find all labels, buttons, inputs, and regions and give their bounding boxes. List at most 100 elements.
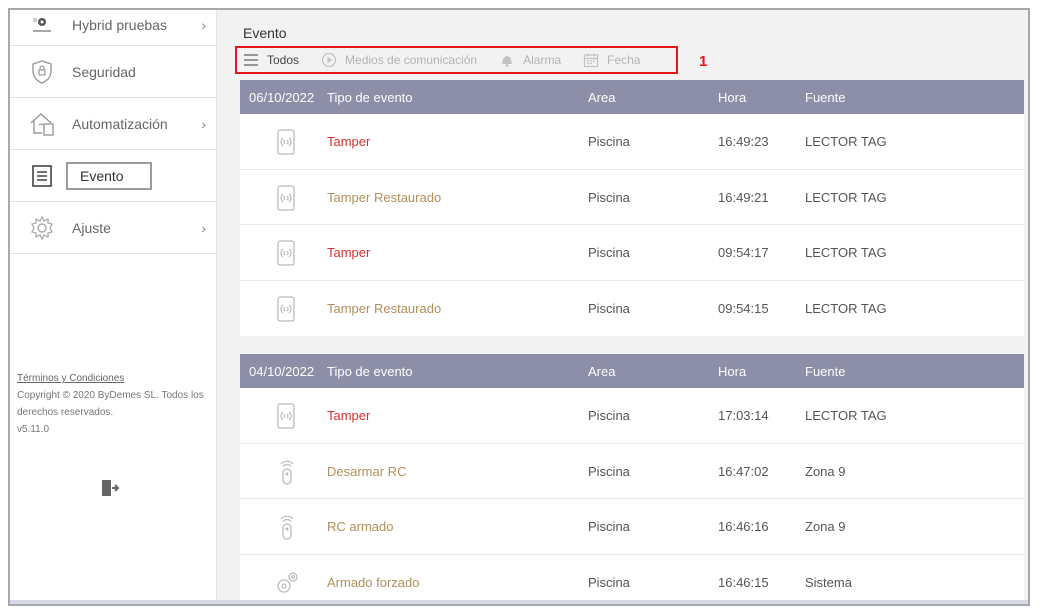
filter-alarma[interactable]: Alarma <box>499 52 561 68</box>
play-circle-icon <box>321 52 337 68</box>
app-frame: Hybrid pruebas › Seguridad Automatizació… <box>8 8 1030 606</box>
column-hora: Hora <box>718 90 747 105</box>
filter-fecha[interactable]: Fecha <box>583 52 640 68</box>
event-area: Piscina <box>588 519 630 534</box>
event-area: Piscina <box>588 574 630 590</box>
logout-icon[interactable] <box>100 478 120 498</box>
event-source: LECTOR TAG <box>805 300 887 316</box>
tag-reader-icon <box>274 402 300 430</box>
horizontal-scrollbar[interactable] <box>10 600 1028 604</box>
sidebar-item-automatizacion[interactable]: Automatización › <box>10 98 216 150</box>
tag-reader-icon <box>274 295 300 323</box>
annotation-marker: 1 <box>699 53 708 70</box>
event-source: Zona 9 <box>805 519 846 534</box>
group-header: 06/10/2022 Tipo de evento Area Hora Fuen… <box>240 80 1024 114</box>
column-hora: Hora <box>718 364 747 379</box>
event-time: 09:54:15 <box>718 300 769 316</box>
table-row[interactable]: Tamper Restaurado Piscina 16:49:21 LECTOR T… <box>240 170 1024 225</box>
event-group: 04/10/2022 Tipo de evento Area Hora Fuen… <box>240 354 1024 605</box>
event-list-icon <box>20 161 64 191</box>
event-time: 16:46:15 <box>718 574 769 590</box>
column-area: Area <box>588 90 616 105</box>
column-fuente: Fuente <box>805 364 846 379</box>
event-source: Sistema <box>805 574 852 590</box>
event-area: Piscina <box>588 134 630 149</box>
terms-link[interactable]: Términos y Condiciones <box>17 370 207 387</box>
shield-icon <box>20 57 64 87</box>
event-source: LECTOR TAG <box>805 245 887 260</box>
event-type: Tamper <box>327 245 371 260</box>
version-text: v5.11.0 <box>17 424 50 435</box>
group-date: 06/10/2022 <box>249 90 315 105</box>
sidebar-footer: Términos y Condiciones Copyright © 2020 … <box>17 370 207 438</box>
event-area: Piscina <box>588 189 630 205</box>
event-time: 16:46:16 <box>718 519 769 534</box>
filter-label: Medios de comunicación <box>345 53 478 67</box>
tag-reader-icon <box>274 184 300 212</box>
filter-label: Todos <box>267 53 300 67</box>
table-row[interactable]: Tamper Piscina 16:49:23 LECTOR TAG <box>240 114 1024 170</box>
tag-reader-icon <box>274 239 300 267</box>
event-time: 09:54:17 <box>718 245 769 260</box>
sidebar-item-seguridad[interactable]: Seguridad <box>10 46 216 98</box>
event-source: LECTOR TAG <box>805 408 887 423</box>
page-title: Evento <box>243 25 287 41</box>
event-source: LECTOR TAG <box>805 134 887 149</box>
sidebar-item-label: Seguridad <box>72 63 136 80</box>
event-time: 16:49:23 <box>718 134 769 149</box>
system-gears-icon <box>274 569 300 597</box>
event-type: RC armado <box>327 519 394 534</box>
column-tipo: Tipo de evento <box>327 364 413 379</box>
remote-control-icon <box>274 513 300 541</box>
sidebar-item-ajuste[interactable]: Ajuste › <box>10 202 216 254</box>
group-header: 04/10/2022 Tipo de evento Area Hora Fuen… <box>240 354 1024 388</box>
chevron-right-icon: › <box>201 219 206 236</box>
event-time: 17:03:14 <box>718 408 769 423</box>
event-type: Tamper <box>327 408 371 423</box>
event-type: Desarmar RC <box>327 463 407 479</box>
column-area: Area <box>588 364 616 379</box>
event-source: LECTOR TAG <box>805 189 887 205</box>
event-area: Piscina <box>588 408 630 423</box>
table-row[interactable]: Armado forzado Piscina 16:46:15 Sistema <box>240 555 1024 605</box>
filter-bar: Todos Medios de comunicación Alarma Fech… <box>235 46 678 74</box>
table-row[interactable]: Tamper Piscina 09:54:17 LECTOR TAG <box>240 225 1024 281</box>
event-area: Piscina <box>588 463 630 479</box>
table-row[interactable]: Tamper Piscina 17:03:14 LECTOR TAG <box>240 388 1024 444</box>
event-time: 16:49:21 <box>718 189 769 205</box>
site-icon <box>20 10 64 40</box>
event-time: 16:47:02 <box>718 463 769 479</box>
sidebar: Hybrid pruebas › Seguridad Automatizació… <box>10 10 217 604</box>
calendar-icon <box>583 52 599 68</box>
event-type: Armado forzado <box>327 574 420 590</box>
tag-reader-icon <box>274 128 300 156</box>
chevron-right-icon: › <box>201 115 206 132</box>
sidebar-item-evento[interactable]: Evento <box>10 150 216 202</box>
column-fuente: Fuente <box>805 90 846 105</box>
gear-icon <box>20 213 64 243</box>
event-type: Tamper Restaurado <box>327 189 442 205</box>
sidebar-item-label: Hybrid pruebas <box>72 16 167 33</box>
filter-label: Alarma <box>523 53 562 67</box>
table-row[interactable]: RC armado Piscina 16:46:16 Zona 9 <box>240 499 1024 555</box>
table-row[interactable]: Desarmar RC Piscina 16:47:02 Zona 9 <box>240 444 1024 499</box>
menu-icon <box>243 53 259 67</box>
event-area: Piscina <box>588 300 630 316</box>
filter-label: Fecha <box>607 53 641 67</box>
event-source: Zona 9 <box>805 463 846 479</box>
copyright-text: Copyright © 2020 ByDemes SL. Todos los d… <box>17 390 204 418</box>
table-row[interactable]: Tamper Restaurado Piscina 09:54:15 LECTOR T… <box>240 281 1024 337</box>
filter-todos[interactable]: Todos <box>243 53 299 67</box>
sidebar-item-label: Evento <box>66 161 152 190</box>
event-type: Tamper Restaurado <box>327 300 442 316</box>
event-group: 06/10/2022 Tipo de evento Area Hora Fuen… <box>240 80 1024 336</box>
sidebar-item-label: Ajuste <box>72 219 111 236</box>
event-type: Tamper <box>327 134 371 149</box>
sidebar-item-hybrid-pruebas[interactable]: Hybrid pruebas › <box>10 10 216 46</box>
filter-medios[interactable]: Medios de comunicación <box>321 52 477 68</box>
chevron-right-icon: › <box>201 16 206 33</box>
group-date: 04/10/2022 <box>249 364 315 379</box>
home-automation-icon <box>20 109 64 139</box>
sidebar-item-label: Automatización <box>72 115 168 132</box>
event-area: Piscina <box>588 245 630 260</box>
